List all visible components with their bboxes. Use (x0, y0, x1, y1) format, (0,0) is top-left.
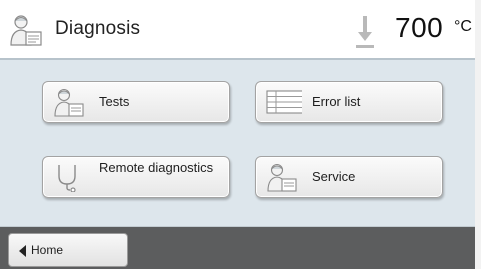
technician-icon (10, 15, 42, 46)
back-arrow-icon (19, 245, 26, 257)
home-button[interactable]: Home (8, 233, 128, 267)
temperature-unit: °C (454, 18, 472, 35)
temperature-down-arrow-icon (356, 16, 374, 48)
remote-diagnostics-label: Remote diagnostics (99, 160, 214, 175)
page-title: Diagnosis (55, 18, 141, 39)
error-list-label: Error list (312, 94, 361, 109)
temperature-value: 700 (395, 12, 444, 43)
stethoscope-icon (58, 165, 76, 192)
menu-panel: Tests Error list Remote diagnostics Serv… (0, 60, 475, 227)
error-list-button[interactable]: Error list (255, 81, 443, 123)
remote-diagnostics-button[interactable]: Remote diagnostics (42, 156, 230, 198)
right-edge-strip (475, 0, 481, 269)
footer-bar: Home (0, 227, 475, 269)
diagnosis-screen: Diagnosis 700 °C Tests Error list Remote… (0, 0, 481, 269)
tests-label: Tests (99, 94, 130, 109)
header-bar: Diagnosis 700 °C (0, 0, 475, 60)
technician-icon (54, 88, 84, 117)
service-button[interactable]: Service (255, 156, 443, 198)
technician-icon (267, 163, 297, 192)
table-icon (266, 90, 302, 114)
service-label: Service (312, 169, 356, 184)
home-label: Home (31, 243, 64, 257)
tests-button[interactable]: Tests (42, 81, 230, 123)
